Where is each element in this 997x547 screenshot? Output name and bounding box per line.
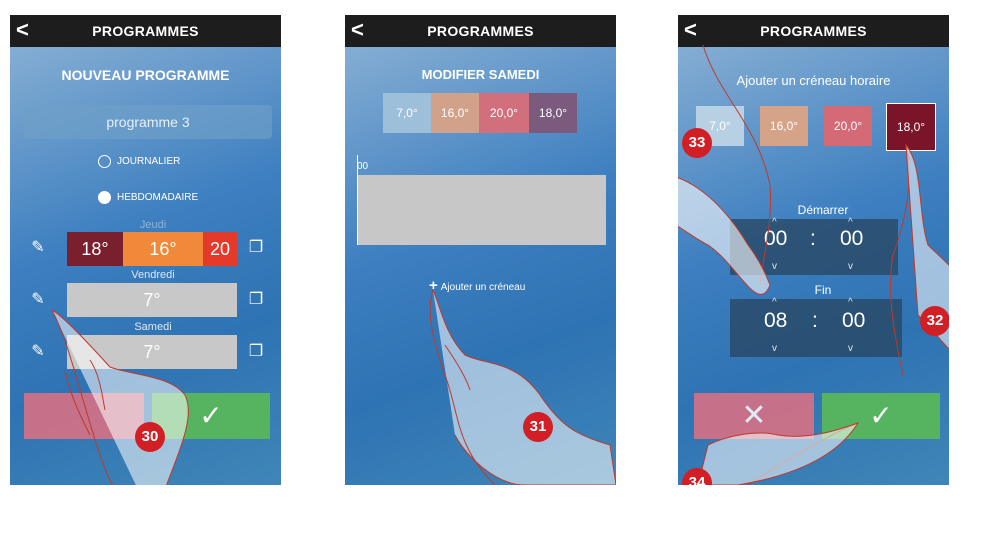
hand-pointer-illustration [429, 289, 616, 485]
step-badge: 31 [523, 412, 553, 442]
screen-new-program: < PROGRAMMES NOUVEAU PROGRAMME programme… [10, 15, 281, 485]
screen-modify-saturday: < PROGRAMMES MODIFIER SAMEDI 7,0° 16,0° … [345, 15, 616, 485]
hand-pointer-illustration [678, 44, 949, 485]
step-badge: 33 [682, 128, 712, 158]
step-badge: 30 [135, 422, 165, 452]
step-badge: 32 [920, 306, 949, 336]
screen-add-time-slot: < PROGRAMMES Ajouter un créneau horaire … [678, 15, 949, 485]
hand-pointer-illustration [51, 309, 189, 485]
